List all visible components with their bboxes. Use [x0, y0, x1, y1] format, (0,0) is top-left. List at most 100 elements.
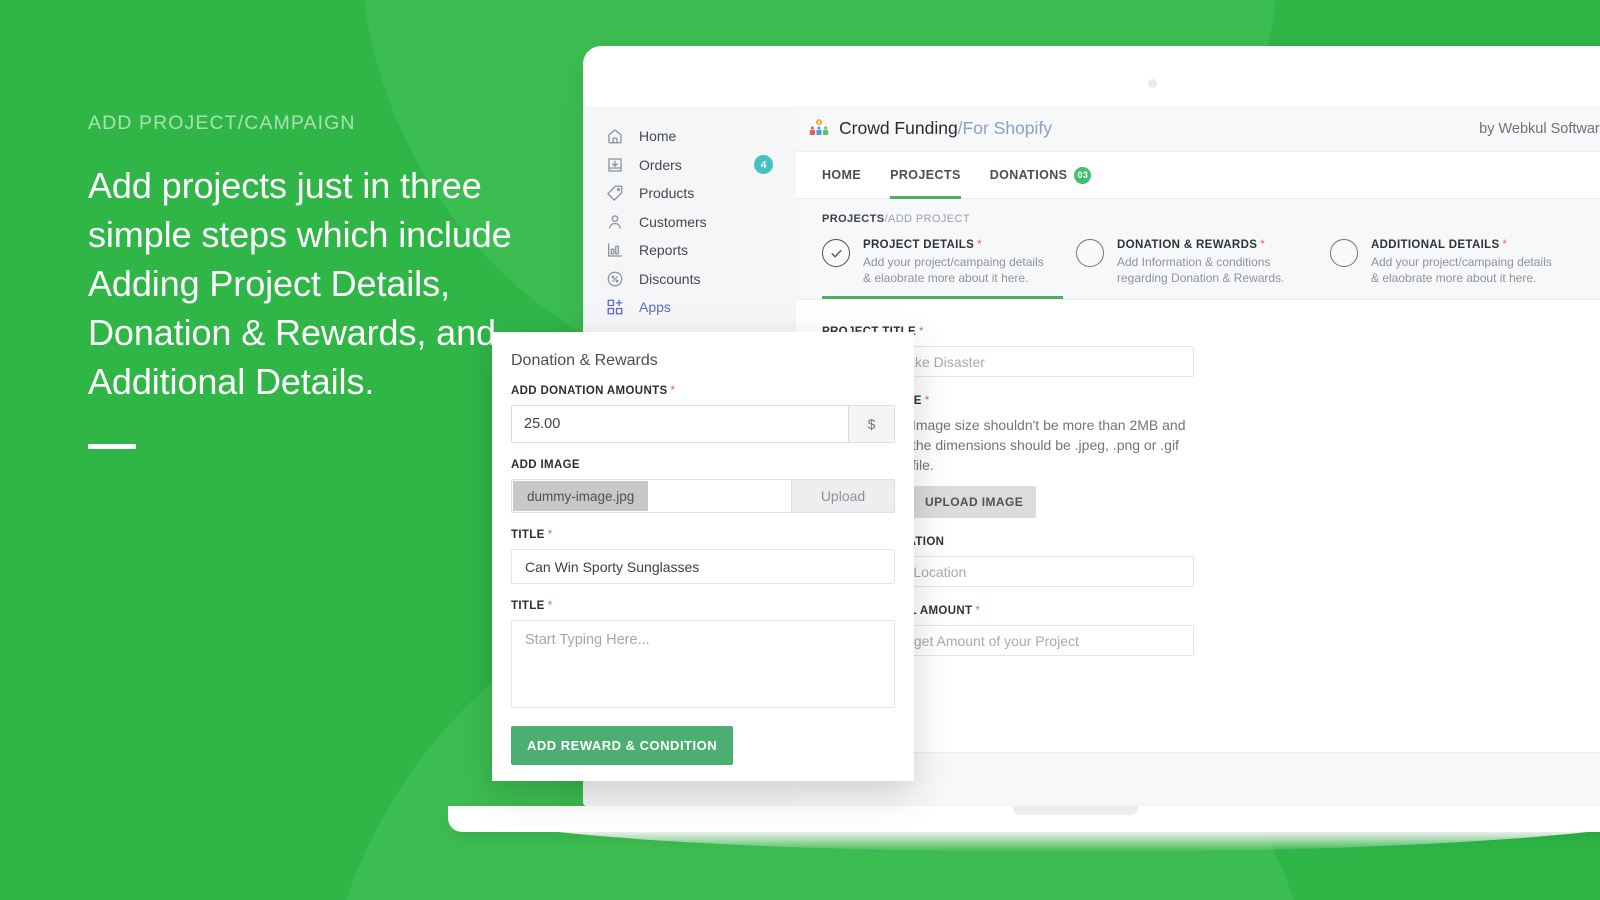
file-input-spacer[interactable]: [648, 480, 791, 512]
add-image-group: ADD IMAGE dummy-image.jpg Upload: [511, 459, 895, 513]
sidebar-item-orders[interactable]: Orders 4: [605, 151, 796, 180]
sidebar-item-discounts[interactable]: Discounts: [605, 265, 796, 294]
check-icon: [831, 249, 841, 257]
apps-grid-plus-icon: [605, 298, 624, 317]
app-bar: $ Crowd Funding /For Shopify by Webkul S…: [796, 106, 1600, 152]
upload-image-button[interactable]: UPLOAD IMAGE: [912, 486, 1037, 518]
reward-title-value: Can Win Sporty Sunglasses: [525, 558, 700, 575]
hero-rule: [88, 444, 136, 450]
laptop-base: [448, 806, 1600, 832]
hero-headline: Add projects just in three simple steps …: [88, 165, 512, 403]
app-title: Crowd Funding: [839, 118, 958, 138]
step-3-title: ADDITIONAL DETAILS: [1371, 239, 1500, 251]
step-additional-details[interactable]: ADDITIONAL DETAILS * Add your project/cam…: [1330, 239, 1584, 299]
reward-title-required: *: [547, 529, 553, 541]
sidebar-label-apps: Apps: [639, 299, 671, 316]
sidebar-label-products: Products: [639, 185, 695, 202]
sidebar-item-home[interactable]: Home: [605, 122, 796, 151]
step-3-required: *: [1502, 239, 1508, 251]
step-1-title-row: PROJECT DETAILS *: [863, 239, 1053, 251]
file-upload-button[interactable]: Upload: [791, 480, 894, 512]
form-footer-strip: [796, 752, 1600, 806]
add-reward-condition-button[interactable]: ADD REWARD & CONDITION: [511, 726, 734, 765]
modal-title: Donation & Rewards: [511, 352, 658, 369]
hero-eyebrow: ADD PROJECT/CAMPAIGN: [88, 112, 356, 134]
sidebar-label-reports: Reports: [639, 242, 689, 259]
tab-donations-label: DONATIONS: [989, 168, 1068, 182]
condition-title-required: *: [547, 600, 553, 612]
step-3-title-row: ADDITIONAL DETAILS *: [1371, 239, 1561, 251]
tab-projects[interactable]: PROJECTS: [890, 152, 961, 199]
reward-title-input[interactable]: Can Win Sporty Sunglasses: [511, 549, 895, 584]
project-image-required: *: [924, 395, 930, 407]
step-indicator: PROJECT DETAILS * Add your project/campai…: [822, 239, 1600, 299]
tab-home-label: HOME: [822, 168, 862, 182]
add-image-label: ADD IMAGE: [511, 459, 580, 471]
sidebar-badge-orders: 4: [754, 155, 773, 175]
step-project-details[interactable]: PROJECT DETAILS * Add your project/campai…: [822, 239, 1076, 299]
step-1-required: *: [977, 239, 982, 251]
condition-title-group: TITLE * Start Typing Here...: [511, 600, 895, 708]
breadcrumb-current: /ADD PROJECT: [884, 213, 970, 225]
condition-title-label: TITLE: [511, 600, 545, 612]
crowd-funding-logo-icon: $: [808, 118, 830, 140]
project-goal-required: *: [975, 605, 981, 617]
sidebar-item-products[interactable]: Products: [605, 179, 796, 208]
app-tabs: HOME PROJECTS DONATIONS 03: [796, 152, 1600, 199]
promo-banner: ADD PROJECT/CAMPAIGN Add projects just i…: [0, 0, 1600, 900]
reward-title-label-row: TITLE *: [511, 529, 895, 541]
hero-copy: ADD PROJECT/CAMPAIGN Add projects just i…: [88, 112, 518, 450]
app-subtitle: /For Shopify: [957, 118, 1053, 138]
project-image-hint: Image size shouldn't be more than 2MB an…: [912, 417, 1186, 473]
donation-amount-label-row: ADD DONATION AMOUNTS *: [511, 385, 895, 397]
selected-file-name[interactable]: dummy-image.jpg: [513, 481, 649, 511]
project-title-required: *: [919, 326, 924, 338]
breadcrumb-parent[interactable]: PROJECTS: [822, 213, 885, 225]
sidebar-item-customers[interactable]: Customers: [605, 208, 796, 237]
currency-addon: $: [848, 406, 894, 442]
condition-title-label-row: TITLE *: [511, 600, 895, 612]
orders-icon: [605, 155, 624, 174]
donation-amount-input[interactable]: 25.00: [512, 406, 848, 442]
donation-amount-row: 25.00 $: [511, 405, 895, 443]
step-3-desc: Add your project/campaing details & elao…: [1371, 255, 1552, 285]
sidebar-label-customers: Customers: [639, 213, 707, 230]
products-tag-icon: [605, 184, 624, 203]
step-1-circle: [822, 239, 850, 267]
laptop-camera-dot: [1148, 79, 1157, 88]
discounts-percent-icon: [605, 269, 624, 288]
tab-home[interactable]: HOME: [822, 152, 861, 199]
donation-amount-label: ADD DONATION AMOUNTS: [511, 385, 668, 397]
condition-textarea[interactable]: Start Typing Here...: [511, 620, 895, 708]
sidebar-label-home: Home: [639, 128, 677, 145]
sidebar-label-discounts: Discounts: [639, 270, 701, 287]
project-image-help: Image size shouldn't be more than 2MB an…: [912, 415, 1194, 518]
step-1-text: PROJECT DETAILS * Add your project/campai…: [863, 239, 1053, 286]
step-2-required: *: [1260, 239, 1266, 251]
step-2-circle: [1076, 239, 1104, 267]
step-1-title: PROJECT DETAILS: [863, 239, 975, 251]
donation-amount-value: 25.00: [524, 416, 561, 432]
tab-donations-badge: 03: [1074, 166, 1092, 184]
donation-amount-group: ADD DONATION AMOUNTS * 25.00 $: [511, 385, 895, 443]
step-2-title-row: DONATION & REWARDS *: [1117, 239, 1307, 251]
step-donation-rewards[interactable]: DONATION & REWARDS * Add Information & co…: [1076, 239, 1330, 299]
step-2-text: DONATION & REWARDS * Add Information & co…: [1117, 239, 1307, 286]
donation-amount-required: *: [670, 385, 676, 397]
breadcrumb: PROJECTS/ADD PROJECT: [822, 213, 1600, 225]
svg-text:$: $: [818, 120, 821, 125]
reports-bar-chart-icon: [605, 241, 624, 260]
file-input-row: dummy-image.jpg Upload: [511, 479, 895, 513]
sidebar-item-reports[interactable]: Reports: [605, 236, 796, 265]
sidebar-label-orders: Orders: [639, 156, 682, 173]
admin-content: $ Crowd Funding /For Shopify by Webkul S…: [796, 106, 1600, 806]
step-2-desc: Add Information & conditions regarding D…: [1117, 255, 1285, 285]
step-2-title: DONATION & REWARDS: [1117, 239, 1258, 251]
tab-donations[interactable]: DONATIONS 03: [990, 152, 1092, 199]
home-icon: [605, 127, 624, 146]
step-3-circle: [1330, 239, 1358, 267]
tab-projects-label: PROJECTS: [890, 168, 961, 182]
sidebar-item-apps[interactable]: Apps: [605, 293, 796, 322]
step-3-text: ADDITIONAL DETAILS * Add your project/cam…: [1371, 239, 1561, 286]
reward-title-group: TITLE * Can Win Sporty Sunglasses: [511, 529, 895, 584]
